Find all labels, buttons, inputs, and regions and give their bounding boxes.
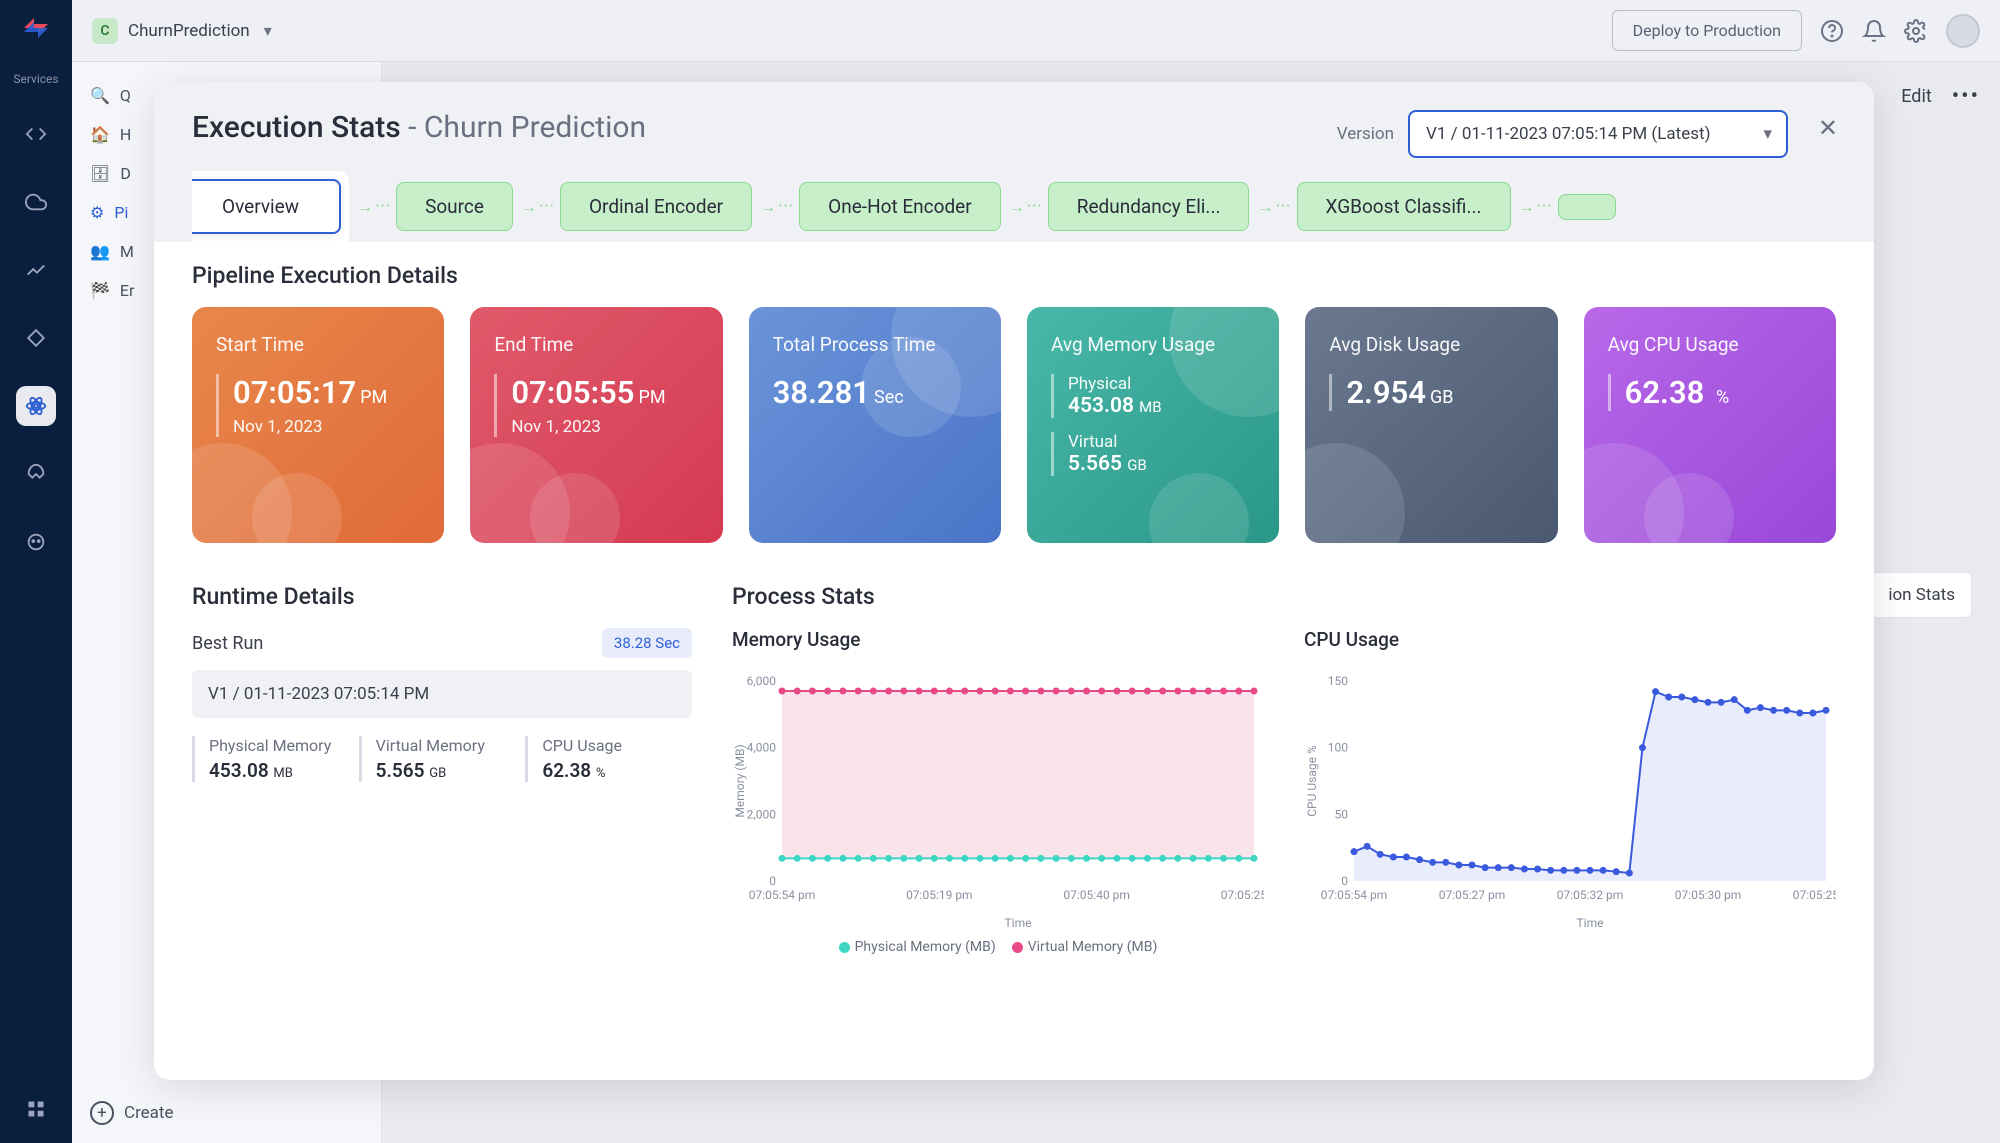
bell-icon[interactable] [1862, 19, 1886, 43]
metric-virtual: Virtual Memory5.565 GB [359, 736, 526, 782]
stat-cards: Start Time 07:05:17PM Nov 1, 2023 End Ti… [192, 307, 1836, 543]
card-process-time: Total Process Time 38.281Sec [749, 307, 1001, 543]
rail-atom-icon[interactable] [16, 386, 56, 426]
memory-chart: 0 2,000 4,000 6,000 Memory (MB) Time 07:05:54 … [732, 671, 1264, 931]
execution-stats-modal: Execution Stats - Churn Prediction Versi… [154, 82, 1874, 1080]
app-logo-icon [20, 12, 52, 44]
card-memory: Avg Memory Usage Physical453.08 MB Virtu… [1027, 307, 1279, 543]
svg-text:50: 50 [1335, 807, 1349, 821]
svg-text:07:05:32 pm: 07:05:32 pm [1557, 888, 1624, 902]
help-icon[interactable] [1820, 19, 1844, 43]
cpu-chart: 0 50 100 150 CPU Usage % Time 07:05:54 pm 07:05… [1304, 671, 1836, 931]
rail-services-label: Services [13, 72, 58, 86]
project-badge: C [92, 18, 118, 44]
svg-text:07:05:30 pm: 07:05:30 pm [1675, 888, 1742, 902]
svg-text:07:05:25 pm: 07:05:25 pm [1793, 888, 1836, 902]
svg-text:4,000: 4,000 [747, 741, 777, 755]
more-menu-icon[interactable]: ••• [1952, 84, 1980, 109]
card-start-time: Start Time 07:05:17PM Nov 1, 2023 [192, 307, 444, 543]
metric-cpu: CPU Usage62.38 % [525, 736, 692, 782]
svg-text:150: 150 [1328, 674, 1348, 688]
card-disk: Avg Disk Usage 2.954GB [1305, 307, 1557, 543]
svg-text:07:05:27 pm: 07:05:27 pm [1439, 888, 1506, 902]
svg-text:CPU Usage %: CPU Usage % [1305, 745, 1319, 817]
card-cpu: Avg CPU Usage 62.38 % [1584, 307, 1836, 543]
edit-button[interactable]: Edit [1901, 86, 1931, 107]
rail-code-icon[interactable] [16, 114, 56, 154]
card-end-time: End Time 07:05:55PM Nov 1, 2023 [470, 307, 722, 543]
metric-physical: Physical Memory453.08 MB [192, 736, 359, 782]
stage-next[interactable] [1558, 194, 1616, 220]
left-rail: Services [0, 0, 72, 1143]
rail-cloud-icon[interactable] [16, 182, 56, 222]
stage-source[interactable]: Source [396, 182, 513, 231]
best-run-label: Best Run [192, 633, 263, 654]
avatar[interactable] [1946, 14, 1980, 48]
stage-xgboost[interactable]: XGBoost Classifi... [1297, 182, 1511, 231]
execution-stats-button-partial[interactable]: ion Stats [1871, 572, 1972, 618]
svg-text:100: 100 [1328, 741, 1348, 755]
close-icon[interactable]: ✕ [1818, 114, 1838, 142]
deploy-button[interactable]: Deploy to Production [1612, 10, 1802, 51]
stage-ordinal[interactable]: Ordinal Encoder [560, 182, 752, 231]
rail-chart-icon[interactable] [16, 250, 56, 290]
version-label: Version [1337, 124, 1394, 144]
rail-rocket-icon[interactable] [16, 454, 56, 494]
svg-text:07:05:25 pm: 07:05:25 pm [1221, 888, 1264, 902]
stage-onehot[interactable]: One-Hot Encoder [799, 182, 1001, 231]
rail-bot-icon[interactable] [16, 522, 56, 562]
svg-text:Memory (MB): Memory (MB) [733, 744, 747, 817]
svg-text:07:05:40 pm: 07:05:40 pm [1063, 888, 1130, 902]
cpu-chart-col: . CPU Usage 050100150CPU Usage %Time07:0… [1304, 583, 1836, 955]
svg-text:07:05:54 pm: 07:05:54 pm [1321, 888, 1388, 902]
best-run-badge: 38.28 Sec [602, 628, 692, 658]
svg-text:0: 0 [1341, 874, 1348, 888]
svg-text:2,000: 2,000 [747, 807, 777, 821]
tab-overview[interactable]: Overview [192, 179, 341, 234]
svg-text:6,000: 6,000 [747, 674, 777, 688]
pipeline-stages: Overview · · ·Source · · ·Ordinal Encode… [192, 171, 1836, 242]
rail-apps-icon[interactable] [16, 1089, 56, 1129]
memory-chart-col: Process Stats Memory Usage 02,0004,0006,… [732, 583, 1264, 955]
project-name: ChurnPrediction [128, 21, 250, 41]
svg-text:0: 0 [769, 874, 776, 888]
svg-text:Time: Time [1005, 916, 1032, 930]
section-title: Pipeline Execution Details [192, 262, 1836, 289]
rail-diamond-icon[interactable] [16, 318, 56, 358]
stage-redundancy[interactable]: Redundancy Eli... [1048, 182, 1250, 231]
svg-text:07:05:54 pm: 07:05:54 pm [749, 888, 816, 902]
svg-text:07:05:19 pm: 07:05:19 pm [906, 888, 973, 902]
runtime-details: Runtime Details Best Run 38.28 Sec V1 / … [192, 583, 692, 955]
version-select[interactable]: V1 / 01-11-2023 07:05:14 PM (Latest) [1408, 110, 1788, 158]
run-id-box[interactable]: V1 / 01-11-2023 07:05:14 PM [192, 670, 692, 718]
memory-legend: Physical Memory (MB) Virtual Memory (MB) [732, 939, 1264, 955]
chevron-down-icon: ▾ [264, 21, 272, 40]
create-button[interactable]: +Create [90, 1101, 174, 1125]
svg-text:Time: Time [1577, 916, 1604, 930]
topbar: C ChurnPrediction ▾ Deploy to Production [72, 0, 2000, 62]
gear-icon[interactable] [1904, 19, 1928, 43]
project-selector[interactable]: C ChurnPrediction ▾ [92, 18, 272, 44]
